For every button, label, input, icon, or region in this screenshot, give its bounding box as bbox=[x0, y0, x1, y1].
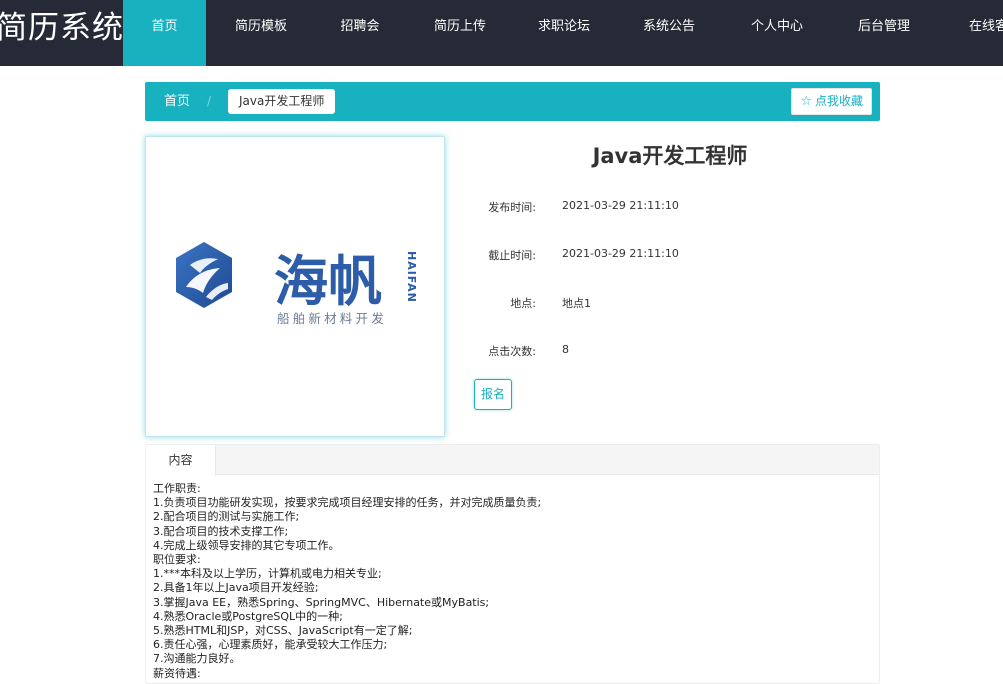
description-line: 3.掌握Java EE，熟悉Spring、SpringMVC、Hibernate… bbox=[153, 595, 490, 609]
brand-title: 简历系统 bbox=[0, 10, 124, 46]
favorite-button[interactable]: ☆ 点我收藏 bbox=[791, 88, 872, 115]
nav-item-home[interactable]: 首页 bbox=[123, 0, 206, 66]
nav-item-job-fair[interactable]: 招聘会 bbox=[330, 0, 390, 66]
location-label: 地点: bbox=[510, 297, 536, 310]
description-line: 职位要求: bbox=[153, 553, 201, 567]
logo-brand-name: 海帆 bbox=[274, 250, 382, 313]
tab-content[interactable]: 内容 bbox=[146, 445, 216, 476]
deadline-label: 截止时间: bbox=[488, 249, 536, 262]
description-line: 7.沟通能力良好。 bbox=[153, 652, 241, 666]
tab-header: 内容 bbox=[146, 445, 879, 476]
deadline-value: 2021-03-29 21:11:10 bbox=[562, 247, 679, 260]
nav-item-resume-upload[interactable]: 简历上传 bbox=[424, 0, 496, 66]
favorite-button-label: 点我收藏 bbox=[814, 94, 863, 108]
job-title: Java开发工程师 bbox=[592, 144, 748, 168]
click-count-label: 点击次数: bbox=[488, 345, 536, 358]
job-description: 工作职责: 1.负责项目功能研发实现，按要求完成项目经理安排的任务，并对完成质量… bbox=[153, 482, 873, 681]
description-line: 6.责任心强，心理素质好，能承受较大工作压力; bbox=[153, 638, 388, 652]
click-count-value: 8 bbox=[562, 343, 569, 356]
breadcrumb-current: Java开发工程师 bbox=[228, 89, 336, 114]
nav-item-announcements[interactable]: 系统公告 bbox=[633, 0, 705, 66]
company-logo: 海帆 HAIFAN 船舶新材料开发 bbox=[176, 242, 418, 326]
logo-slogan: 船舶新材料开发 bbox=[277, 311, 387, 326]
description-line: 4.熟悉Oracle或PostgreSQL中的一种; bbox=[153, 609, 343, 623]
description-line: 1.负责项目功能研发实现，按要求完成项目经理安排的任务，并对完成质量负责; bbox=[153, 496, 542, 510]
description-line: 1.***本科及以上学历，计算机或电力相关专业; bbox=[153, 567, 382, 581]
description-line: 工作职责: bbox=[153, 482, 201, 495]
nav-item-online-service[interactable]: 在线客服 bbox=[957, 0, 1003, 66]
logo-brand-english: HAIFAN bbox=[405, 251, 418, 303]
publish-time-label: 发布时间: bbox=[488, 201, 536, 214]
star-icon: ☆ bbox=[800, 94, 812, 109]
nav-item-resume-templates[interactable]: 简历模板 bbox=[222, 0, 300, 66]
breadcrumb-separator: / bbox=[207, 94, 212, 108]
job-image-card: 海帆 HAIFAN 船舶新材料开发 bbox=[145, 136, 445, 437]
description-line: 2.具备1年以上Java项目开发经验; bbox=[153, 581, 319, 595]
location-value: 地点1 bbox=[562, 297, 591, 310]
publish-time-value: 2021-03-29 21:11:10 bbox=[562, 199, 679, 212]
nav-item-job-forum[interactable]: 求职论坛 bbox=[528, 0, 600, 66]
breadcrumb: 首页 / Java开发工程师 ☆ 点我收藏 bbox=[145, 82, 880, 121]
nav-item-admin[interactable]: 后台管理 bbox=[848, 0, 920, 66]
nav-item-user-center[interactable]: 个人中心 bbox=[741, 0, 813, 66]
description-line: 薪资待遇: bbox=[153, 666, 201, 680]
description-line: 5.熟悉HTML和JSP，对CSS、JavaScript有一定了解; bbox=[153, 624, 413, 638]
apply-button[interactable]: 报名 bbox=[474, 379, 512, 410]
breadcrumb-home-link[interactable]: 首页 bbox=[164, 82, 190, 121]
top-nav-bar: 简历系统 首页 简历模板 招聘会 简历上传 求职论坛 系统公告 个人中心 后台管… bbox=[0, 0, 1003, 66]
content-panel: 内容 工作职责: 1.负责项目功能研发实现，按要求完成项目经理安排的任务，并对完… bbox=[145, 444, 880, 684]
description-line: 2.配合项目的测试与实施工作; bbox=[153, 510, 300, 524]
description-line: 4.完成上级领导安排的其它专项工作。 bbox=[153, 538, 340, 552]
description-line: 3.配合项目的技术支撑工作; bbox=[153, 524, 289, 538]
